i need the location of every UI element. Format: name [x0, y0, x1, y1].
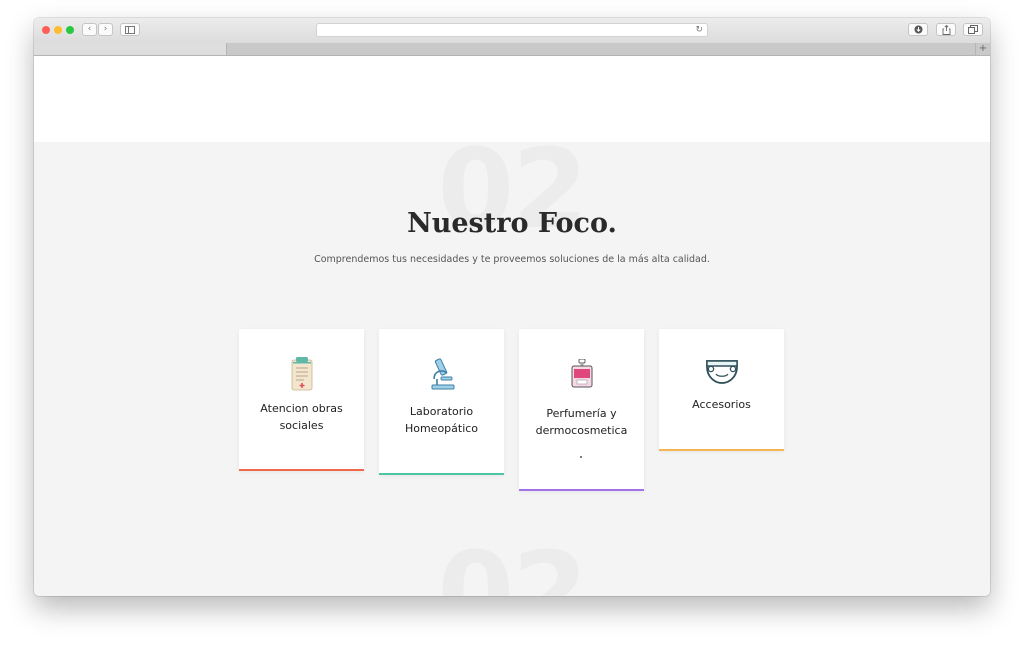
card-atencion-obras-sociales[interactable]: Atencion obras sociales	[239, 329, 364, 471]
web-page: 02 02 Nuestro Foco. Comprendemos tus nec…	[34, 56, 990, 596]
section-title: Nuestro Foco.	[407, 208, 617, 239]
downloads-button[interactable]	[908, 23, 928, 36]
card-accent-bar	[379, 473, 504, 475]
card-accesorios[interactable]: Accesorios	[659, 329, 784, 451]
chevron-left-icon: ‹	[87, 24, 92, 34]
card-label: Laboratorio	[409, 405, 474, 418]
diaper-icon	[659, 357, 784, 389]
close-window-button[interactable]	[42, 26, 50, 34]
microscope-icon	[379, 357, 504, 395]
card-label: Perfumería y	[546, 407, 617, 420]
minimize-window-button[interactable]	[54, 26, 62, 34]
card-label: Atencion obras	[260, 402, 343, 415]
page-header-area	[34, 56, 990, 142]
forward-button[interactable]: ›	[98, 23, 113, 36]
card-label: Accesorios	[692, 398, 751, 411]
card-accent-bar	[659, 449, 784, 451]
address-bar[interactable]: ↻	[316, 23, 708, 37]
perfume-icon	[519, 358, 644, 393]
zoom-window-button[interactable]	[66, 26, 74, 34]
decorative-dot	[580, 456, 582, 458]
tab-current[interactable]	[34, 43, 227, 55]
download-icon	[914, 25, 922, 34]
browser-window: ‹ › ↻ + 02 02 Nuestro Foco. Comprendemos…	[34, 18, 990, 596]
tabs-icon	[968, 25, 978, 34]
back-button[interactable]: ‹	[82, 23, 97, 36]
new-tab-button[interactable]: +	[975, 43, 990, 55]
card-label: Homeopático	[404, 422, 479, 435]
clipboard-icon	[239, 357, 364, 395]
background-section-number-next: 02	[437, 528, 588, 596]
tabs-overview-button[interactable]	[963, 23, 983, 36]
card-label: sociales	[279, 419, 324, 432]
section-subtitle: Comprendemos tus necesidades y te provee…	[314, 254, 710, 265]
focus-section: 02 02 Nuestro Foco. Comprendemos tus nec…	[34, 142, 990, 596]
share-button[interactable]	[936, 23, 956, 36]
sidebar-icon	[125, 26, 135, 34]
tab-bar: +	[34, 43, 990, 56]
card-accent-bar	[239, 469, 364, 471]
card-label: dermocosmetica	[535, 424, 628, 437]
share-icon	[942, 24, 950, 35]
card-accent-bar	[519, 489, 644, 491]
chevron-right-icon: ›	[103, 24, 108, 34]
sidebar-toggle-button[interactable]	[120, 23, 140, 36]
browser-titlebar: ‹ › ↻	[34, 18, 990, 44]
reload-icon[interactable]: ↻	[695, 24, 703, 36]
card-laboratorio-homeopatico[interactable]: Laboratorio Homeopático	[379, 329, 504, 475]
card-perfumeria-dermocosmetica[interactable]: Perfumería y dermocosmetica	[519, 329, 644, 491]
